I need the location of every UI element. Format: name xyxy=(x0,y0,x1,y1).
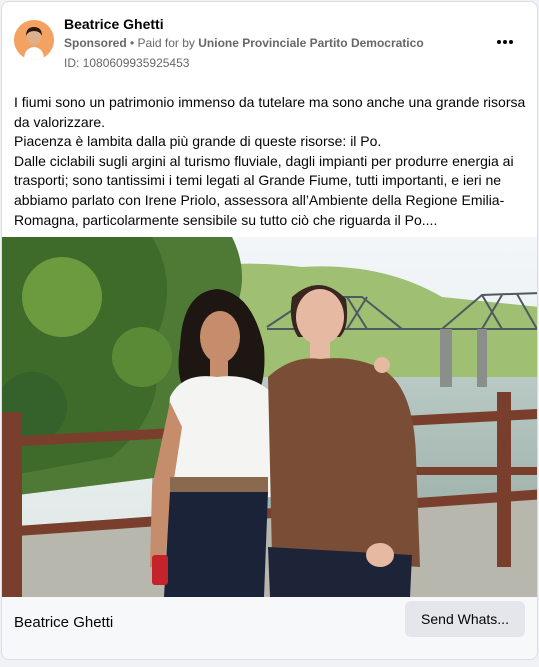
photo-two-women-by-river xyxy=(2,237,537,597)
post-body: I fiumi sono un patrimonio immenso da tu… xyxy=(14,93,529,230)
post-paragraph: I fiumi sono un patrimonio immenso da tu… xyxy=(14,94,526,130)
sponsored-line: Sponsored • Paid for by Unione Provincia… xyxy=(64,36,424,50)
ad-card: Beatrice Ghetti Sponsored • Paid for by … xyxy=(1,1,538,660)
more-options-icon[interactable] xyxy=(493,32,517,52)
avatar-portrait-icon xyxy=(14,20,54,60)
post-footer: Beatrice Ghetti Send Whats... xyxy=(2,597,537,659)
post-paragraph: Piacenza è lambita dalla più grande di q… xyxy=(14,133,382,150)
post-paragraph: Dalle ciclabili sugli argini al turismo … xyxy=(14,152,514,228)
paid-for-prefix: • Paid for by xyxy=(126,36,199,50)
advertiser-link[interactable]: Unione Provinciale Partito Democratico xyxy=(198,36,423,50)
author-name[interactable]: Beatrice Ghetti xyxy=(64,16,164,32)
sponsored-label: Sponsored xyxy=(64,36,127,50)
footer-page-name[interactable]: Beatrice Ghetti xyxy=(14,614,113,631)
ad-id: ID: 1080609935925453 xyxy=(64,56,190,70)
send-whatsapp-button[interactable]: Send Whats... xyxy=(405,601,525,637)
post-photo[interactable] xyxy=(2,237,537,597)
post-header: Beatrice Ghetti Sponsored • Paid for by … xyxy=(2,2,537,82)
author-avatar[interactable] xyxy=(14,20,54,60)
